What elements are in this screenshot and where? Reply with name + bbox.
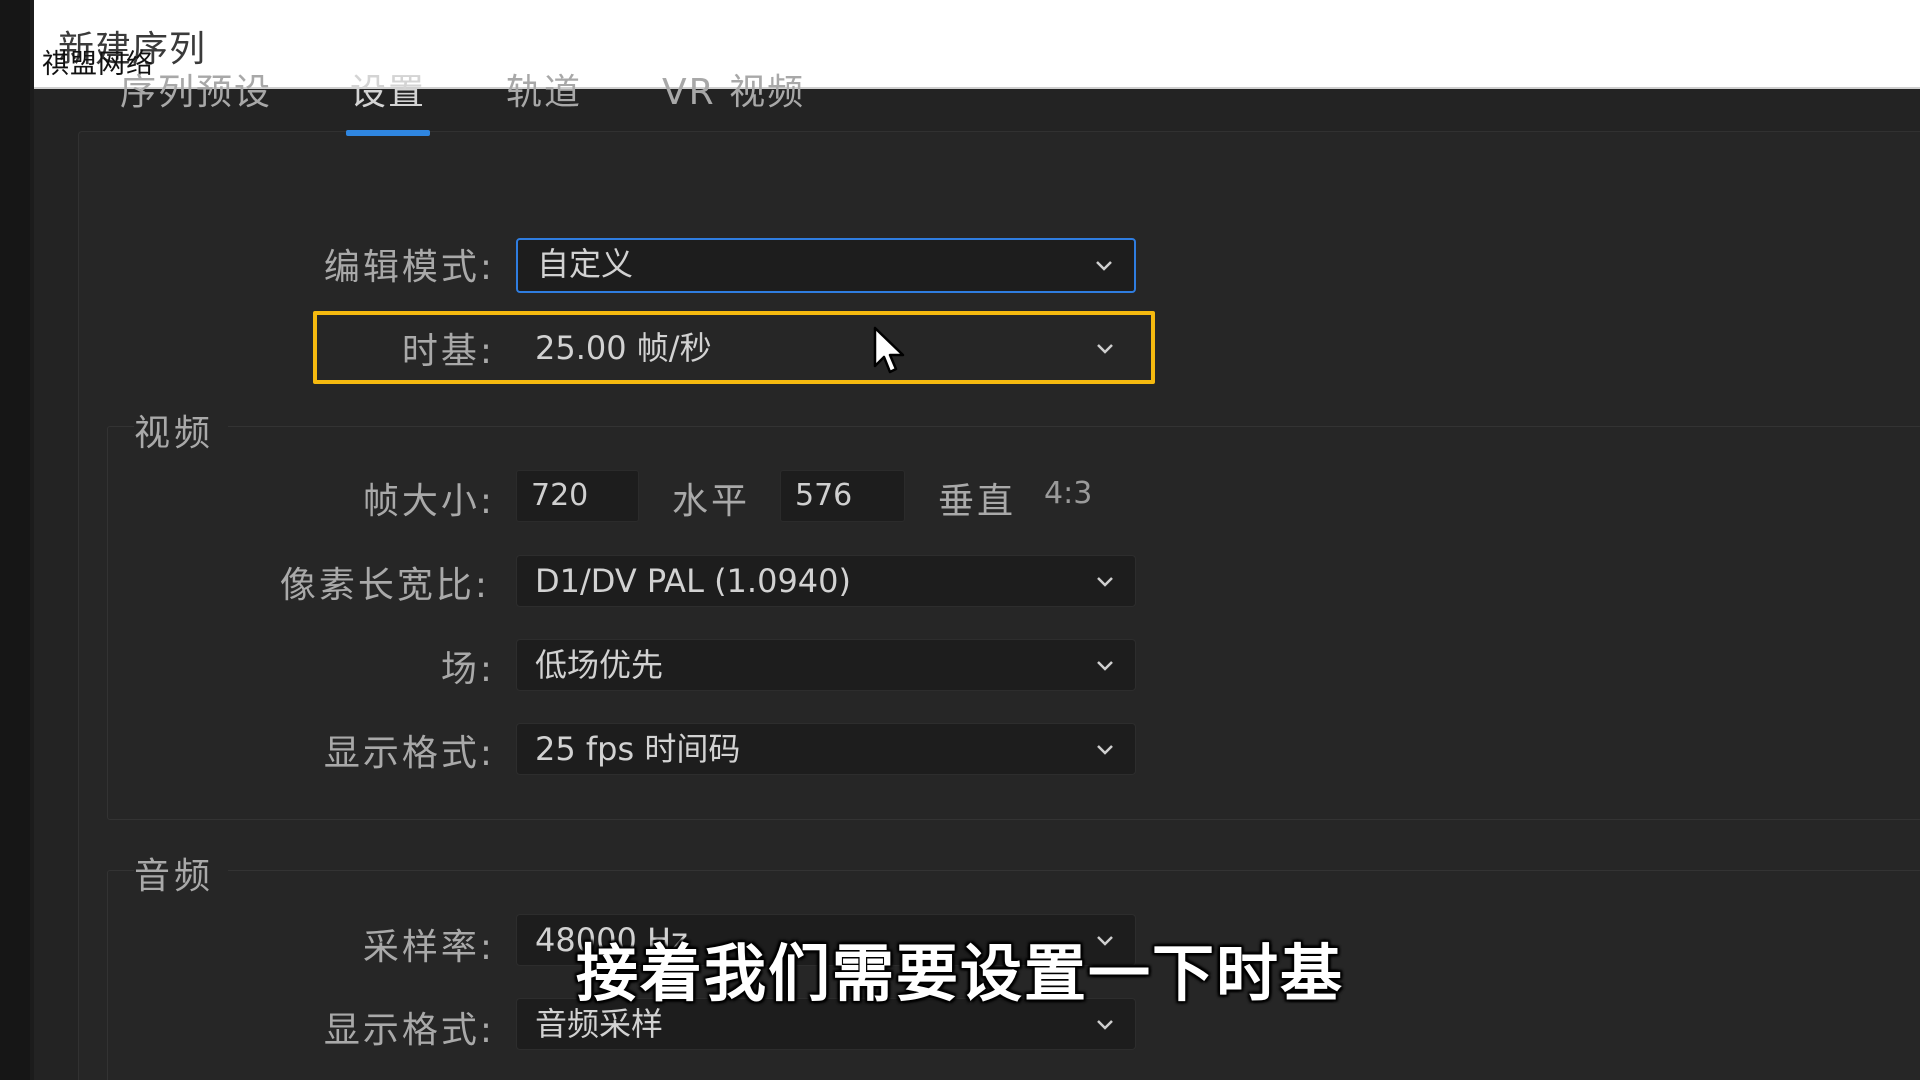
chevron-down-icon (1097, 577, 1113, 587)
frame-height-input[interactable]: 576 (780, 470, 905, 522)
screen: 新建序列 祺盟网络 序列预设 设置 轨道 VR 视频 编辑模式: 自定义 时基:… (0, 0, 1920, 1080)
video-section-title: 视频 (134, 404, 229, 456)
edit-mode-dropdown[interactable]: 自定义 (516, 238, 1136, 293)
tab-tracks[interactable]: 轨道 (506, 58, 582, 128)
left-edge (0, 0, 30, 1080)
tab-sequence-presets[interactable]: 序列预设 (120, 58, 272, 128)
aspect-ratio-value: 4:3 (1044, 476, 1093, 511)
frame-size-label: 帧大小: (362, 481, 495, 522)
frame-width-input[interactable]: 720 (516, 470, 639, 522)
timebase-dropdown[interactable]: 25.00 帧/秒 (516, 322, 1136, 374)
video-display-format-value: 25 fps 时间码 (535, 730, 741, 768)
mouse-cursor-icon (873, 326, 905, 374)
chevron-down-icon (1097, 745, 1113, 755)
edit-mode-label: 编辑模式: (323, 247, 495, 288)
tab-vr-video[interactable]: VR 视频 (662, 58, 805, 128)
edit-mode-value: 自定义 (537, 245, 634, 283)
tab-settings[interactable]: 设置 (345, 58, 431, 136)
audio-section-title: 音频 (134, 847, 229, 899)
chevron-down-icon (1096, 261, 1112, 271)
chevron-down-icon (1097, 1020, 1113, 1030)
horizontal-label: 水平 (672, 481, 751, 522)
dialog-titlebar[interactable]: 新建序列 祺盟网络 (34, 0, 1920, 89)
timebase-value: 25.00 帧/秒 (535, 329, 712, 367)
video-display-format-dropdown[interactable]: 25 fps 时间码 (516, 723, 1136, 775)
chevron-down-icon (1097, 661, 1113, 671)
video-caption: 接着我们需要设置一下时基 (575, 937, 1344, 1010)
fields-label: 场: (440, 649, 495, 690)
timebase-label: 时基: (401, 331, 495, 372)
pixel-aspect-label: 像素长宽比: (279, 565, 490, 606)
video-display-format-label: 显示格式: (323, 733, 495, 774)
vertical-label: 垂直 (938, 481, 1017, 522)
pixel-aspect-value: D1/DV PAL (1.0940) (535, 562, 851, 600)
fields-value: 低场优先 (535, 646, 664, 684)
pixel-aspect-dropdown[interactable]: D1/DV PAL (1.0940) (516, 555, 1136, 607)
chevron-down-icon (1097, 344, 1113, 354)
fields-dropdown[interactable]: 低场优先 (516, 639, 1136, 691)
